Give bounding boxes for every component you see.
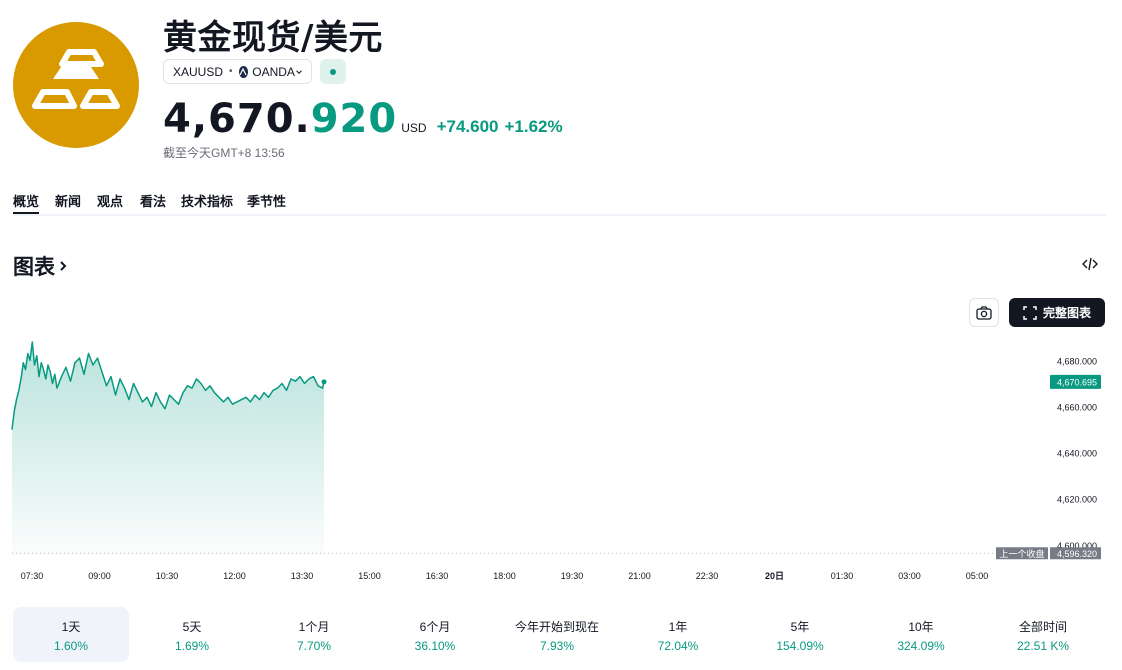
period-option[interactable]: 5年 154.09% bbox=[742, 607, 858, 662]
period-label: 今年开始到现在 bbox=[514, 620, 599, 634]
period-change: 1.69% bbox=[174, 639, 210, 653]
period-label: 1年 bbox=[668, 620, 688, 634]
period-change: 154.09% bbox=[776, 639, 824, 653]
price-change-pct: +1.62% bbox=[504, 117, 563, 136]
period-option[interactable]: 1年 72.04% bbox=[620, 607, 736, 662]
symbol-label: XAUUSD bbox=[173, 64, 224, 79]
price-area-fill bbox=[12, 342, 324, 554]
period-option[interactable]: 10年 324.09% bbox=[863, 607, 979, 662]
embed-code-icon[interactable] bbox=[1081, 255, 1099, 273]
y-tick-label: 4,660.000 bbox=[1057, 403, 1097, 413]
period-label: 全部时间 bbox=[1018, 620, 1067, 634]
x-tick-label: 12:00 bbox=[223, 571, 246, 581]
chevron-right-icon bbox=[60, 261, 67, 271]
x-tick-label: 09:00 bbox=[88, 571, 111, 581]
x-tick-label: 15:00 bbox=[358, 571, 381, 581]
period-option[interactable]: 6个月 36.10% bbox=[377, 607, 493, 662]
market-open-dot-icon bbox=[330, 68, 336, 75]
x-tick-label: 20日 bbox=[765, 571, 784, 581]
period-change: 1.60% bbox=[53, 639, 89, 653]
chart-section-title: 图表 bbox=[13, 256, 55, 279]
price-currency: USD bbox=[401, 121, 427, 135]
x-tick-label: 22:30 bbox=[696, 571, 719, 581]
x-tick-label: 01:30 bbox=[831, 571, 854, 581]
last-price-label: 4,670.695 bbox=[1057, 377, 1097, 387]
price-tail-digits: 920 bbox=[310, 96, 398, 142]
period-option[interactable]: 1个月 7.70% bbox=[256, 607, 372, 662]
period-change: 7.70% bbox=[296, 639, 332, 653]
period-change: 22.51 K% bbox=[1016, 639, 1070, 653]
period-label: 1个月 bbox=[298, 620, 330, 634]
period-change: 7.93% bbox=[539, 639, 575, 653]
tab-bar: 概览 新闻 观点 看法 技术指标 季节性 bbox=[13, 188, 1106, 216]
x-tick-label: 13:30 bbox=[291, 571, 314, 581]
period-change: 72.04% bbox=[657, 639, 699, 653]
tab-ideas[interactable]: 观点 bbox=[97, 191, 123, 210]
x-tick-label: 21:00 bbox=[628, 571, 651, 581]
snapshot-button[interactable] bbox=[969, 298, 999, 327]
x-tick-label: 07:30 bbox=[21, 571, 44, 581]
y-tick-label: 4,680.000 bbox=[1057, 356, 1097, 366]
exchange-logo-icon bbox=[238, 65, 249, 78]
period-option[interactable]: 1天 1.60% bbox=[13, 607, 129, 662]
x-tick-label: 03:00 bbox=[898, 571, 921, 581]
prev-close-label: 上一个收盘 bbox=[999, 548, 1044, 560]
price-timestamp: 截至今天GMT+8 13:56 bbox=[163, 146, 285, 160]
period-change: 36.10% bbox=[414, 639, 456, 653]
period-label: 6个月 bbox=[419, 620, 451, 634]
period-label: 5天 bbox=[182, 620, 202, 634]
x-tick-label: 10:30 bbox=[156, 571, 179, 581]
tab-seasonals[interactable]: 季节性 bbox=[247, 191, 286, 210]
page-title: 黄金现货/美元 bbox=[163, 18, 383, 58]
y-tick-label: 4,620.000 bbox=[1057, 495, 1097, 505]
period-label: 5年 bbox=[790, 620, 810, 634]
x-tick-label: 16:30 bbox=[426, 571, 449, 581]
x-tick-label: 05:00 bbox=[966, 571, 989, 581]
last-price-dot bbox=[321, 379, 327, 385]
symbol-selector[interactable]: XAUUSD • OANDA bbox=[163, 59, 312, 84]
period-change: 324.09% bbox=[897, 639, 945, 653]
tab-news[interactable]: 新闻 bbox=[55, 191, 81, 210]
fullscreen-icon bbox=[1023, 305, 1037, 320]
full-chart-label: 完整图表 bbox=[1042, 306, 1091, 320]
tab-overview[interactable]: 概览 bbox=[13, 191, 40, 214]
period-label: 10年 bbox=[908, 620, 934, 634]
price-change-abs: +74.600 bbox=[436, 117, 499, 136]
chart-section-link[interactable]: 图表 bbox=[13, 251, 68, 281]
tab-opinions[interactable]: 看法 bbox=[140, 191, 166, 210]
chevron-down-icon bbox=[296, 69, 302, 74]
tab-technicals[interactable]: 技术指标 bbox=[181, 191, 233, 210]
gold-bars-icon bbox=[13, 22, 139, 148]
x-tick-label: 18:00 bbox=[493, 571, 516, 581]
full-chart-button[interactable]: 完整图表 bbox=[1009, 298, 1105, 327]
price-block: 4,670. 920 USD +74.600 +1.62% bbox=[163, 96, 563, 142]
price-chart[interactable]: 4,600.0004,620.0004,640.0004,660.0004,68… bbox=[0, 330, 1122, 590]
period-option[interactable]: 全部时间 22.51 K% bbox=[985, 607, 1101, 662]
period-option[interactable]: 今年开始到现在 7.93% bbox=[499, 607, 615, 662]
market-status-badge[interactable] bbox=[320, 59, 346, 84]
y-tick-label: 4,640.000 bbox=[1057, 449, 1097, 459]
period-selector: 1天 1.60% 5天 1.69% 1个月 7.70% 6个月 36.10% 今年开始到现在 7.… bbox=[13, 607, 1106, 662]
separator-dot: • bbox=[229, 66, 233, 77]
x-tick-label: 19:30 bbox=[561, 571, 584, 581]
price-main: 4,670. bbox=[163, 96, 311, 142]
prev-close-value: 4,596.320 bbox=[1057, 549, 1097, 559]
period-label: 1天 bbox=[61, 620, 81, 634]
camera-icon bbox=[976, 305, 992, 320]
period-option[interactable]: 5天 1.69% bbox=[134, 607, 250, 662]
exchange-label: OANDA bbox=[252, 64, 295, 79]
